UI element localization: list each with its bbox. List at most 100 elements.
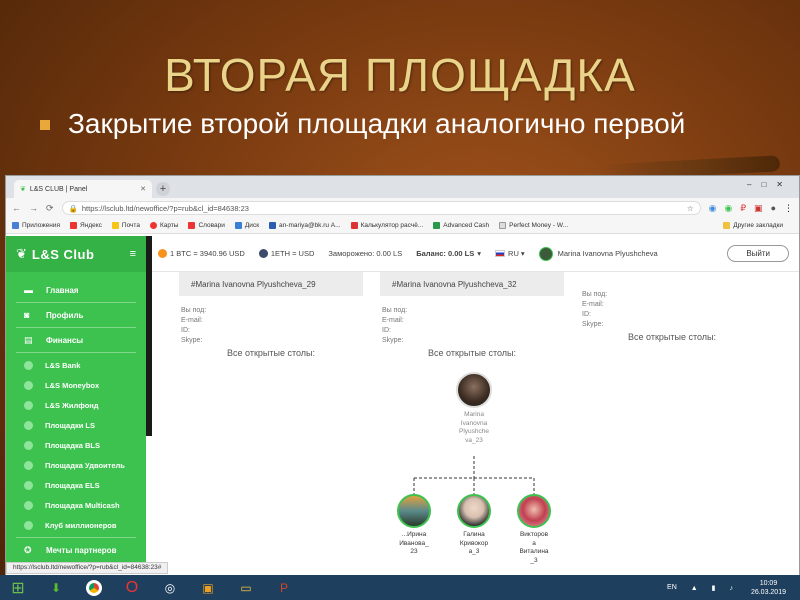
bookmark-dictionaries[interactable]: Словари — [188, 222, 225, 229]
sidebar-subitem[interactable]: L&S Жилфонд — [6, 395, 146, 415]
bookmark-apps[interactable]: Приложения — [12, 222, 60, 229]
tree-node-root[interactable]: Marina Ivanovna Plyushche va_23 — [444, 372, 504, 445]
sidebar-subitem[interactable]: L&S Moneybox — [6, 375, 146, 395]
tree-node-child[interactable]: Викторов а Виталина _3 — [508, 494, 560, 565]
extension-icon[interactable]: ▣ — [754, 203, 763, 214]
avatar — [538, 246, 553, 261]
sidebar: ❦ L&S Club ≡ ▬ Главная ◙ Профиль ▤ Финансы … — [6, 236, 146, 562]
bookmark-mail[interactable]: Почта — [111, 222, 140, 229]
menu-icon[interactable]: ⋮ — [784, 203, 793, 214]
status-bar: https://lsclub.ltd/newoffice/?p=rub&cl_i… — [6, 562, 169, 574]
yandex-browser-icon[interactable]: ◎ — [156, 578, 184, 598]
divider — [16, 352, 136, 353]
dot-icon — [24, 380, 33, 390]
divider — [16, 537, 136, 538]
taskbar: ⊞ ⬇ O ◎ ▣ ▭ P EN ▲ ▮ ♪ 10:09 26.03.2019 — [0, 575, 800, 600]
tab-favicon-icon: ❦ — [20, 186, 26, 193]
chevron-down-icon: ▾ — [520, 249, 525, 258]
user-info[interactable]: Marina Ivanovna Plyushcheva — [538, 246, 658, 261]
logout-button[interactable]: Выйти — [727, 245, 789, 262]
sidebar-subitem[interactable]: L&S Bank — [6, 355, 146, 375]
sidebar-subitem[interactable]: Клуб миллионеров — [6, 515, 146, 535]
language-selector[interactable]: RU ▾ — [495, 249, 525, 258]
wallet-icon: ▤ — [24, 334, 33, 345]
extension-icon[interactable]: ◉ — [724, 203, 732, 214]
bookmark-perfect-money[interactable]: Perfect Money - W... — [499, 222, 568, 229]
page-icon — [499, 222, 507, 229]
dot-icon — [24, 440, 33, 450]
sidebar-item-home[interactable]: ▬ Главная — [6, 280, 146, 300]
browser-tab[interactable]: ❦ L&S CLUB | Panel ✕ — [14, 180, 152, 198]
tab-close-icon[interactable]: ✕ — [140, 185, 146, 193]
bookmark-email[interactable]: an-mariya@bk.ru А... — [269, 222, 341, 229]
bookmark-maps[interactable]: Карты — [149, 222, 178, 229]
sidebar-item-dreams[interactable]: ✪ Мечты партнеров — [6, 540, 146, 560]
sidebar-subitem[interactable]: Площадка BLS — [6, 435, 146, 455]
column-1: #Marina Ivanovna Plyushcheva_29 Вы под: … — [179, 272, 363, 358]
tree-node-child[interactable]: Галина Кривокор а_3 — [448, 494, 500, 557]
dictionary-icon — [188, 222, 196, 229]
referral-tree: Marina Ivanovna Plyushche va_23 ...Ирина… — [378, 372, 588, 572]
apps-icon — [12, 222, 19, 229]
extension-icon[interactable]: ₽ — [740, 203, 746, 214]
dot-icon — [24, 480, 33, 490]
logo-text: L&S Club — [31, 246, 95, 262]
balance[interactable]: Баланс: 0.00 LS ▾ — [416, 249, 481, 258]
lock-icon: 🔒 — [68, 203, 78, 213]
bookmark-yandex[interactable]: Яндекс — [70, 222, 102, 229]
open-tables-label: Все открытые столы: — [227, 348, 315, 358]
star-icon: ✪ — [24, 544, 32, 555]
advcash-icon — [433, 222, 441, 229]
open-tables-label: Все открытые столы: — [428, 348, 516, 358]
reload-icon[interactable]: ⟳ — [46, 203, 54, 214]
window-controls[interactable]: –□✕ — [747, 180, 793, 189]
dot-icon — [24, 520, 33, 530]
top-bar: 1 BTC = 3940.96 USD 1ETH = USD Заморожен… — [152, 236, 799, 272]
start-button[interactable]: ⊞ — [4, 578, 32, 598]
slide-bullet: Закрытие второй площадки аналогично перв… — [40, 108, 700, 140]
extension-icon[interactable]: ◉ — [709, 203, 717, 214]
sidebar-subitem[interactable]: Площадки LS — [6, 415, 146, 435]
chrome-icon[interactable] — [80, 578, 108, 598]
sidebar-item-profile[interactable]: ◙ Профиль — [6, 305, 146, 325]
media-icon[interactable]: ▣ — [194, 578, 222, 598]
powerpoint-icon[interactable]: P — [270, 578, 298, 598]
hamburger-icon[interactable]: ≡ — [130, 248, 136, 260]
bookmark-advcash[interactable]: Advanced Cash — [433, 222, 489, 229]
user-icon: ◙ — [24, 310, 30, 320]
forward-icon[interactable]: → — [29, 203, 38, 213]
tray-icons[interactable]: ▲ ▮ ♪ — [691, 584, 739, 592]
avatar — [456, 372, 492, 408]
divider — [16, 327, 136, 328]
sidebar-subitem[interactable]: Площадка Удвоитель — [6, 455, 146, 475]
language-indicator[interactable]: EN — [667, 584, 677, 591]
star-icon[interactable]: ☆ — [687, 204, 694, 213]
tree-node-child[interactable]: ...Ирина Иванова_ 23 — [388, 494, 440, 557]
clock[interactable]: 10:09 26.03.2019 — [751, 579, 786, 597]
eth-rate: 1ETH = USD — [258, 249, 314, 258]
back-icon[interactable]: ← — [12, 203, 21, 213]
bitcoin-icon — [158, 249, 167, 258]
bookmark-calculator[interactable]: Калькулятор расчё... — [350, 222, 423, 229]
opera-icon[interactable]: O — [118, 578, 146, 598]
folder-icon — [723, 222, 731, 229]
column-header: #Marina Ivanovna Plyushcheva_29 — [179, 272, 363, 296]
folder-icon[interactable]: ▭ — [232, 578, 260, 598]
torrent-icon[interactable]: ⬇ — [42, 578, 70, 598]
bookmarks-bar: Приложения Яндекс Почта Карты Словари Ди… — [6, 218, 799, 234]
dot-icon — [24, 460, 33, 470]
chevron-down-icon: ▾ — [477, 249, 482, 258]
ethereum-icon — [258, 249, 268, 258]
sidebar-subitem[interactable]: Площадка ELS — [6, 475, 146, 495]
sidebar-item-finance[interactable]: ▤ Финансы — [6, 330, 146, 350]
url-input[interactable]: 🔒 https://lsclub.ltd/newoffice/?p=rub&cl… — [61, 201, 701, 215]
dot-icon — [24, 360, 33, 370]
sidebar-subitem[interactable]: Площадка Multicash — [6, 495, 146, 515]
profile-avatar[interactable]: ● — [771, 203, 776, 213]
bookmark-disk[interactable]: Диск — [234, 222, 259, 229]
new-tab-button[interactable]: + — [156, 182, 170, 196]
divider — [16, 302, 136, 303]
avatar — [517, 494, 551, 528]
column-fields: Вы под: E-mail: ID: Skype: — [382, 307, 408, 344]
bookmark-other[interactable]: Другие закладки — [723, 222, 783, 229]
